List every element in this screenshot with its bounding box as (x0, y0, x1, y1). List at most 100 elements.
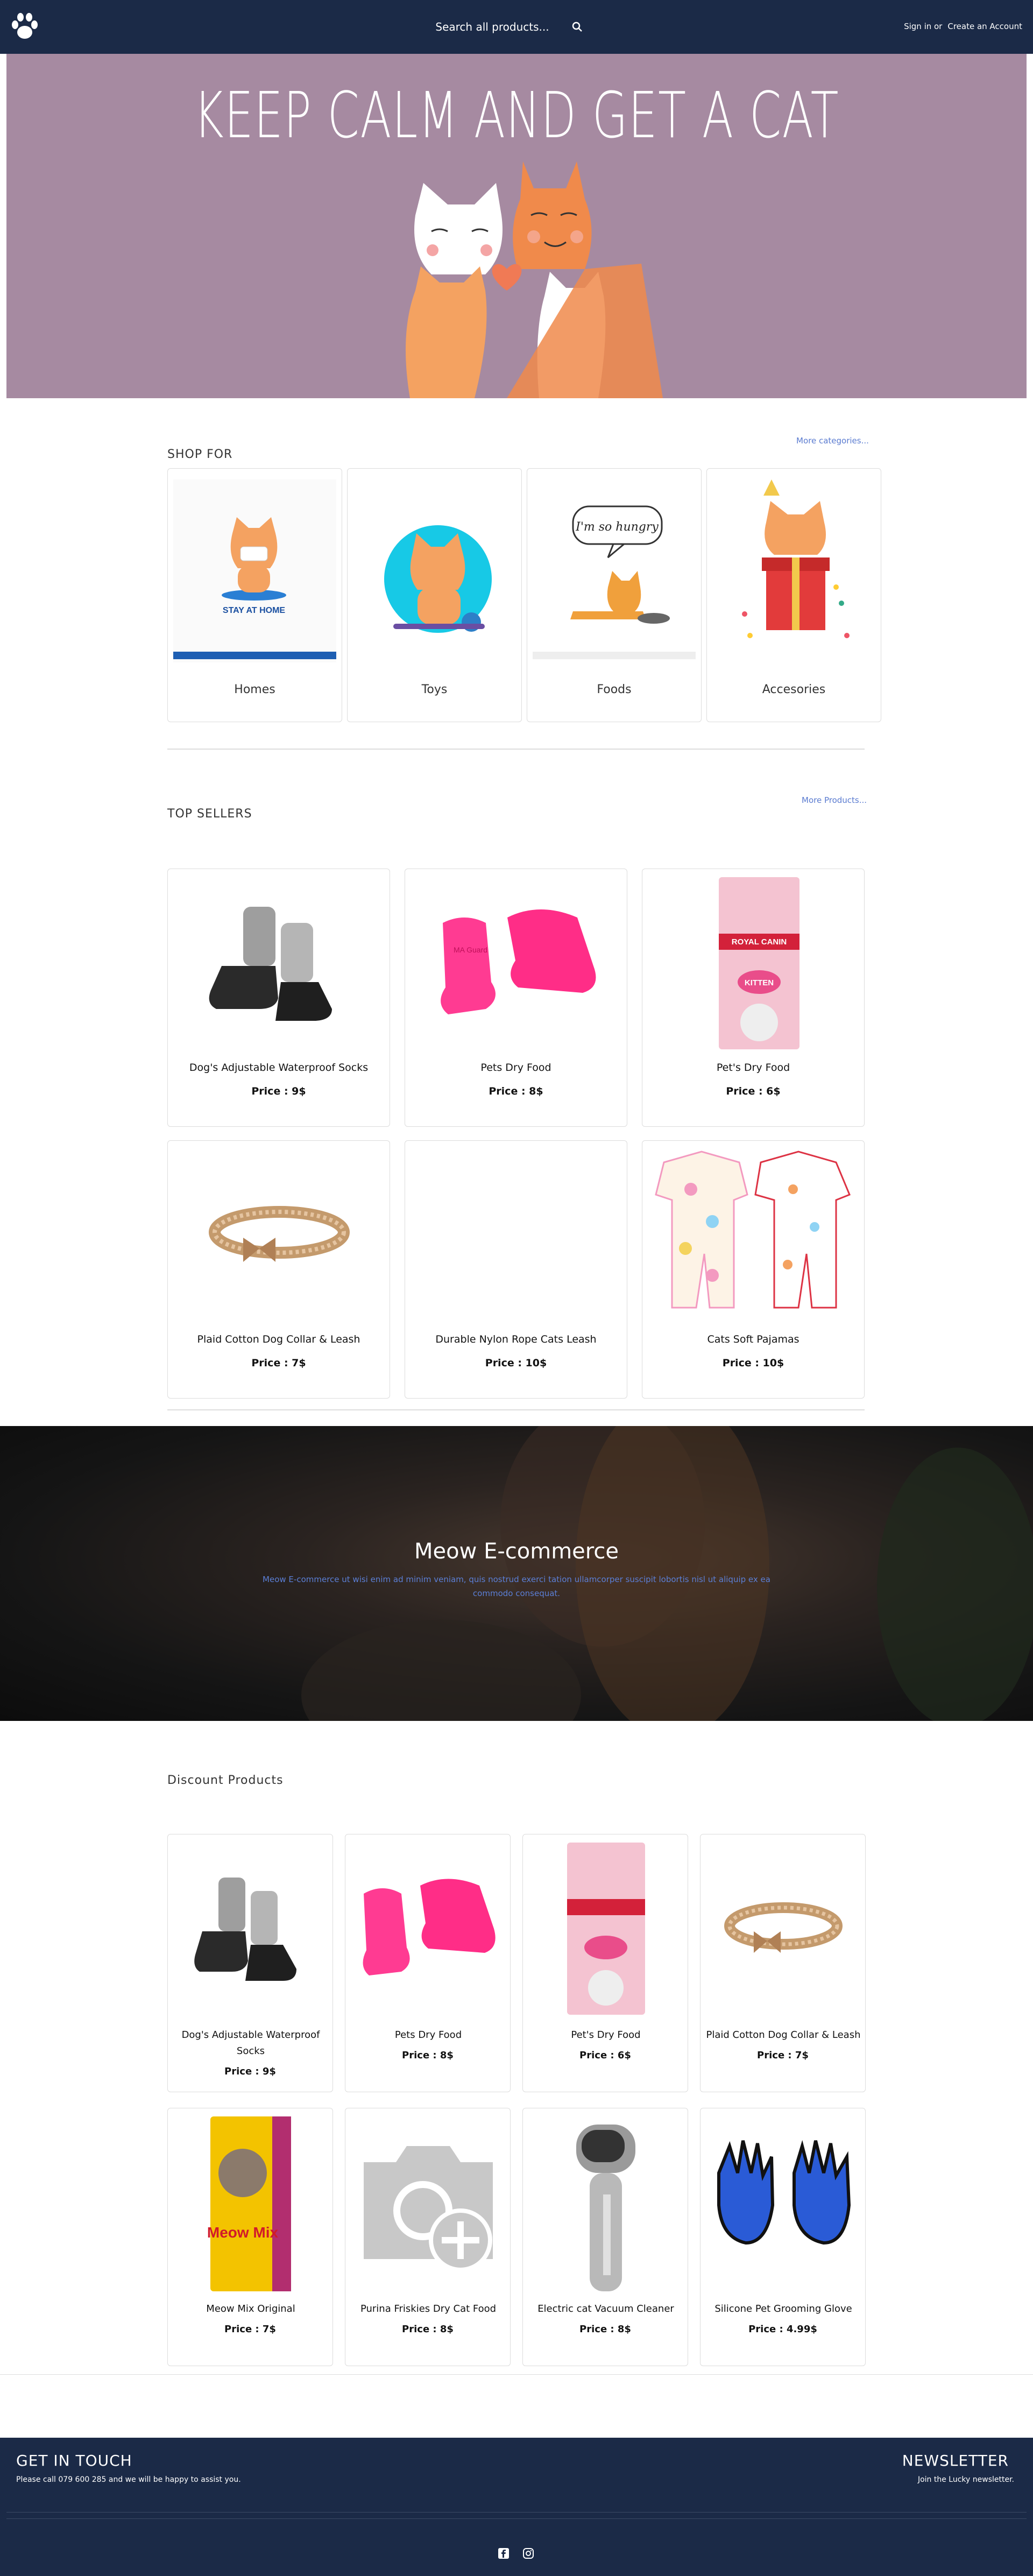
category-label-toys: Toys (421, 683, 448, 696)
account-links: Sign in or Create an Account (904, 22, 1022, 31)
royal-canin-label: ROYAL CANIN (732, 937, 787, 947)
product-card[interactable]: Dog's Adjustable Waterproof Socks Price … (167, 869, 390, 1127)
product-price: Price : 8$ (489, 1085, 543, 1097)
newsletter-heading: NEWSLETTER (902, 2452, 1009, 2469)
product-name: Durable Nylon Rope Cats Leash (435, 1333, 597, 1345)
stay-at-home-caption: STAY AT HOME (223, 606, 285, 615)
discount-product-card[interactable]: Pet's Dry Food Price : 6$ (522, 1834, 688, 2092)
cat-with-yarn-illustration (384, 525, 492, 633)
section-divider (167, 749, 865, 750)
paw-logo-icon[interactable] (9, 12, 41, 42)
product-price: Price : 7$ (224, 2324, 276, 2335)
product-price: Price : 8$ (579, 2324, 631, 2335)
pink-boots-product-image: MA Guard (441, 909, 596, 1014)
royal-canin-kitten-product-image (567, 1843, 645, 2015)
product-card[interactable]: Cats Soft Pajamas Price : 10$ (642, 1140, 865, 1399)
product-price: Price : 6$ (726, 1085, 781, 1097)
product-card[interactable]: ROYAL CANIN KITTEN Pet's Dry Food Price … (642, 869, 865, 1127)
product-price: Price : 7$ (757, 2050, 809, 2061)
discount-product-card[interactable]: Silicone Pet Grooming Glove Price : 4.99… (700, 2108, 866, 2366)
hero-title: KEEP CALM AND GET A CAT (194, 78, 839, 152)
discount-products-title: Discount Products (167, 1774, 284, 1787)
search-input[interactable] (420, 17, 565, 37)
product-price: Price : 10$ (485, 1357, 547, 1369)
top-sellers-title: TOP SELLERS (167, 807, 252, 821)
search-icon (572, 22, 582, 32)
hungry-caption: I'm so hungry (575, 520, 659, 534)
product-name: Silicone Pet Grooming Glove (714, 2303, 852, 2314)
get-in-touch-heading: GET IN TOUCH (16, 2452, 132, 2469)
product-name: Pets Dry Food (394, 2029, 462, 2041)
category-card-accessories[interactable]: Accesories (706, 468, 881, 722)
category-card-toys[interactable]: Toys (347, 468, 522, 722)
vacuum-cleaner-product-image (576, 2125, 635, 2291)
more-categories-link[interactable]: More categories... (796, 436, 869, 446)
cats-family-illustration (406, 161, 663, 398)
product-name: Pet's Dry Food (571, 2029, 641, 2041)
royal-canin-kitten-product-image: ROYAL CANIN KITTEN (719, 877, 799, 1049)
product-name: Cats Soft Pajamas (707, 1333, 799, 1345)
discount-product-card[interactable]: Pets Dry Food Price : 8$ (345, 1834, 511, 2092)
category-label-foods: Foods (597, 683, 632, 696)
add-photo-placeholder-icon (364, 2146, 493, 2272)
product-card[interactable]: Plaid Cotton Dog Collar & Leash Price : … (167, 1140, 390, 1399)
category-card-homes[interactable]: STAY AT HOME Homes (167, 468, 342, 722)
product-name: Plaid Cotton Dog Collar & Leash (197, 1333, 360, 1345)
pink-boots-product-image (363, 1879, 496, 1975)
section-divider (167, 1409, 865, 1410)
category-card-foods[interactable]: I'm so hungry Foods (527, 468, 702, 722)
promo-banner: Meow E-commerce Meow E-commerce ut wisi … (0, 1426, 1033, 1721)
discount-product-card[interactable]: Dog's Adjustable Waterproof Socks Price … (167, 1834, 333, 2092)
product-name: Dog's Adjustable Waterproof Socks (181, 2029, 320, 2057)
product-price: Price : 9$ (224, 2066, 276, 2077)
discount-product-card[interactable]: Electric cat Vacuum Cleaner Price : 8$ (522, 2108, 688, 2366)
product-name: Electric cat Vacuum Cleaner (537, 2303, 674, 2314)
product-name: Pets Dry Food (480, 1062, 551, 1074)
product-price: Price : 4.99$ (748, 2324, 817, 2335)
footer-divider (6, 2518, 1027, 2519)
shop-for-title: SHOP FOR (167, 448, 233, 461)
product-card[interactable]: MA Guard Pets Dry Food Price : 8$ (405, 869, 627, 1127)
product-name: Pet's Dry Food (716, 1062, 790, 1074)
product-name: Plaid Cotton Dog Collar & Leash (706, 2029, 861, 2041)
hungry-cat-illustration: I'm so hungry (533, 505, 696, 659)
search-bar (420, 17, 592, 37)
banner-description: Meow E-commerce ut wisi enim ad minim ve… (263, 1575, 770, 1598)
product-price: Price : 10$ (722, 1357, 784, 1369)
grooming-glove-product-image (717, 2140, 851, 2245)
facebook-icon[interactable] (497, 2547, 510, 2560)
cat-pajamas-product-image (655, 1151, 851, 1309)
search-button[interactable] (570, 20, 584, 34)
newsletter-text: Join the Lucky newsletter. (917, 2475, 1014, 2484)
product-card[interactable]: Durable Nylon Rope Cats Leash Price : 10… (405, 1140, 627, 1399)
product-price: Price : 7$ (251, 1357, 306, 1369)
site-footer: GET IN TOUCH Please call 079 600 285 and… (0, 2438, 1033, 2576)
discount-product-card[interactable]: Purina Friskies Dry Cat Food Price : 8$ (345, 2108, 511, 2366)
contact-text: Please call 079 600 285 and we will be h… (16, 2475, 241, 2484)
discount-product-card[interactable]: Plaid Cotton Dog Collar & Leash Price : … (700, 1834, 866, 2092)
product-price: Price : 8$ (402, 2050, 454, 2061)
footer-divider (6, 2512, 1027, 2513)
sign-in-link[interactable]: Sign in or (904, 22, 942, 31)
cat-in-gift-box-illustration (742, 479, 850, 638)
more-products-link[interactable]: More Products... (802, 795, 867, 805)
instagram-icon[interactable] (522, 2547, 535, 2560)
create-account-link[interactable]: Create an Account (947, 22, 1022, 31)
discount-product-card[interactable]: Meow Mix Meow Mix Original Price : 7$ (167, 2108, 333, 2366)
meow-mix-label: Meow Mix (207, 2224, 279, 2241)
boots-brand-text: MA Guard (454, 945, 487, 954)
product-name: Dog's Adjustable Waterproof Socks (189, 1062, 369, 1074)
category-label-accessories: Accesories (762, 683, 826, 696)
kitten-label: KITTEN (745, 978, 774, 987)
product-price: Price : 8$ (402, 2324, 454, 2335)
product-name: Purina Friskies Dry Cat Food (360, 2303, 497, 2314)
meow-mix-product-image: Meow Mix (207, 2116, 291, 2291)
dog-socks-product-image (209, 907, 332, 1021)
banner-title: Meow E-commerce (414, 1539, 619, 1564)
plaid-collar-product-image (209, 1206, 350, 1262)
dog-socks-product-image (194, 1878, 296, 1981)
product-image-placeholder (416, 1146, 617, 1326)
hero-banner: KEEP CALM AND GET A CAT (6, 54, 1027, 398)
product-name: Meow Mix Original (206, 2303, 295, 2314)
cat-stay-at-home-illustration: STAY AT HOME (173, 479, 336, 662)
